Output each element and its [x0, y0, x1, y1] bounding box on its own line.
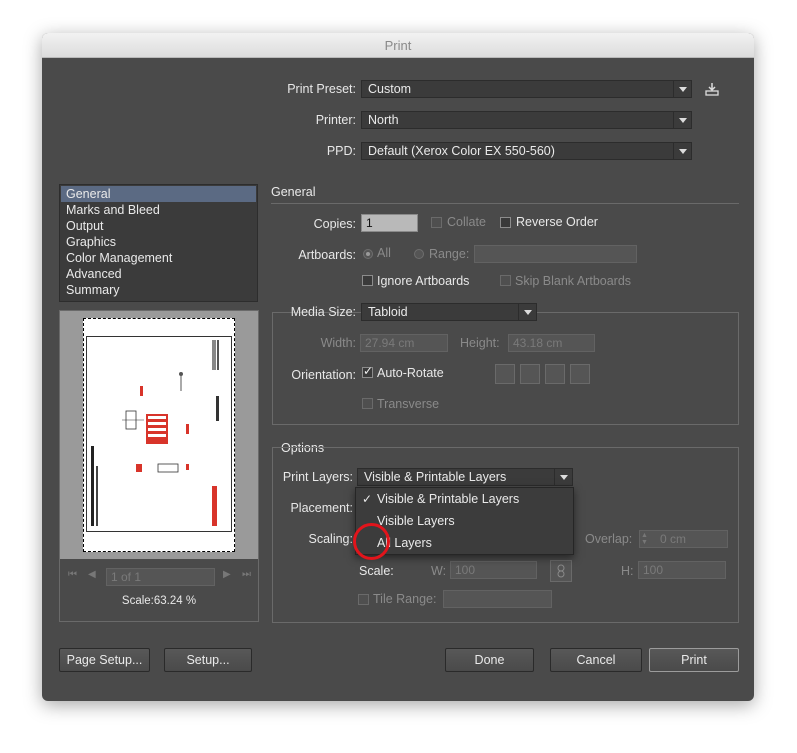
setup-button[interactable]: Setup...: [164, 648, 252, 672]
preview-area: [60, 311, 258, 559]
highlight-circle-annotation: [353, 523, 390, 560]
copies-label: Copies:: [313, 217, 356, 231]
print-button[interactable]: Print: [649, 648, 739, 672]
ppd-label: PPD:: [326, 144, 356, 158]
print-dialog: Print Print Preset: Custom Printer: Nort…: [42, 33, 754, 701]
chevron-down-icon: [554, 469, 572, 485]
overlap-stepper-icon[interactable]: ▲ ▼: [641, 532, 653, 546]
menu-item-label: Visible & Printable Layers: [377, 492, 520, 506]
printer-select[interactable]: North: [361, 111, 692, 129]
placement-label: Placement:: [290, 501, 353, 515]
artboards-range-radio[interactable]: [414, 249, 424, 259]
media-size-value: Tabloid: [368, 305, 408, 319]
menu-item-label: Visible Layers: [377, 514, 455, 528]
print-preview-page[interactable]: [83, 318, 235, 552]
portrait-flipped-icon[interactable]: [545, 364, 565, 384]
artboards-label: Artboards:: [298, 248, 356, 262]
landscape-icon[interactable]: [520, 364, 540, 384]
reverse-order-label: Reverse Order: [516, 215, 598, 229]
sidebar-item-advanced[interactable]: Advanced: [61, 266, 256, 282]
width-label: Width:: [320, 336, 356, 350]
artwork-thumbnail: [91, 340, 219, 526]
tile-range-label: Tile Range:: [373, 592, 437, 606]
sidebar-item-marks-and-bleed[interactable]: Marks and Bleed: [61, 202, 256, 218]
copies-field[interactable]: 1: [361, 214, 418, 232]
tile-range-field[interactable]: [443, 590, 552, 608]
chevron-down-icon: [673, 81, 691, 97]
tile-range-checkbox[interactable]: [358, 594, 369, 605]
sidebar-list: General Marks and Bleed Output Graphics …: [59, 184, 258, 302]
previous-page-icon[interactable]: ◀: [88, 569, 96, 580]
height-field[interactable]: 43.18 cm: [508, 334, 595, 352]
sidebar-item-summary[interactable]: Summary: [61, 282, 256, 298]
chevron-down-icon: [673, 143, 691, 159]
sidebar-item-output[interactable]: Output: [61, 218, 256, 234]
print-layers-label: Print Layers:: [282, 470, 353, 484]
media-size-label: Media Size:: [290, 305, 356, 319]
sidebar-item-color-management[interactable]: Color Management: [61, 250, 256, 266]
scaling-label: Scaling:: [308, 532, 353, 546]
transverse-label: Transverse: [377, 397, 440, 411]
scale-w-label: W:: [431, 564, 447, 578]
media-size-select[interactable]: Tabloid: [361, 303, 537, 321]
printer-label: Printer:: [315, 113, 356, 127]
printer-value: North: [368, 113, 399, 127]
general-divider: [271, 203, 739, 204]
print-preset-select[interactable]: Custom: [361, 80, 692, 98]
sidebar-item-graphics[interactable]: Graphics: [61, 234, 256, 250]
auto-rotate-label: Auto-Rotate: [377, 366, 444, 380]
width-field[interactable]: 27.94 cm: [360, 334, 448, 352]
ignore-artboards-label: Ignore Artboards: [377, 274, 470, 288]
first-page-icon[interactable]: ⏮: [68, 569, 77, 580]
scale-h-label: H:: [621, 564, 634, 578]
ppd-select[interactable]: Default (Xerox Color EX 550-560): [361, 142, 692, 160]
save-preset-icon[interactable]: [704, 81, 720, 97]
next-page-icon[interactable]: ▶: [223, 569, 231, 580]
transverse-checkbox[interactable]: [362, 398, 373, 409]
artboards-range-field[interactable]: [474, 245, 637, 263]
ignore-artboards-checkbox[interactable]: [362, 275, 373, 286]
portrait-icon[interactable]: [495, 364, 515, 384]
artboards-all-label: All: [377, 246, 391, 260]
sidebar-item-general[interactable]: General: [61, 186, 256, 202]
collate-checkbox[interactable]: [431, 217, 442, 228]
artboards-all-radio[interactable]: [363, 249, 373, 259]
scale-h-field[interactable]: 100: [638, 561, 726, 579]
chevron-down-icon: [518, 304, 536, 320]
preview-scale-text: Scale:63.24 %: [121, 595, 197, 607]
landscape-flipped-icon[interactable]: [570, 364, 590, 384]
overlap-label: Overlap:: [585, 532, 633, 546]
print-preset-value: Custom: [368, 82, 412, 96]
artboards-range-label: Range:: [429, 247, 470, 261]
last-page-icon[interactable]: ⏭: [242, 569, 251, 580]
checkmark-icon: ✓: [362, 492, 373, 506]
collate-label: Collate: [447, 215, 486, 229]
height-label: Height:: [460, 336, 500, 350]
skip-blank-artboards-checkbox[interactable]: [500, 275, 511, 286]
cancel-button[interactable]: Cancel: [550, 648, 642, 672]
chevron-down-icon: [673, 112, 691, 128]
print-layers-select[interactable]: Visible & Printable Layers: [357, 468, 573, 486]
preview-panel: ⏮ ◀ 1 of 1 ▶ ⏭ Scale:63.24 %: [59, 310, 259, 622]
done-button[interactable]: Done: [445, 648, 534, 672]
scale-label: Scale:: [359, 564, 394, 578]
ppd-value: Default (Xerox Color EX 550-560): [368, 144, 555, 158]
reverse-order-checkbox[interactable]: [500, 217, 511, 228]
title-bar[interactable]: Print: [42, 33, 754, 58]
link-proportions-icon[interactable]: [550, 560, 572, 582]
orientation-label: Orientation:: [291, 368, 356, 382]
menu-item-visible-layers[interactable]: Visible Layers: [356, 510, 573, 532]
skip-blank-artboards-label: Skip Blank Artboards: [515, 274, 632, 288]
print-layers-value: Visible & Printable Layers: [364, 470, 507, 484]
general-heading: General: [271, 185, 316, 199]
window-title: Print: [384, 38, 412, 53]
menu-item-visible-printable-layers[interactable]: ✓ Visible & Printable Layers: [356, 488, 573, 510]
auto-rotate-checkbox[interactable]: [362, 364, 373, 378]
page-setup-button[interactable]: Page Setup...: [59, 648, 150, 672]
scale-w-field[interactable]: 100: [450, 561, 537, 579]
print-preset-label: Print Preset:: [287, 82, 356, 96]
page-number-field[interactable]: 1 of 1: [106, 568, 215, 586]
